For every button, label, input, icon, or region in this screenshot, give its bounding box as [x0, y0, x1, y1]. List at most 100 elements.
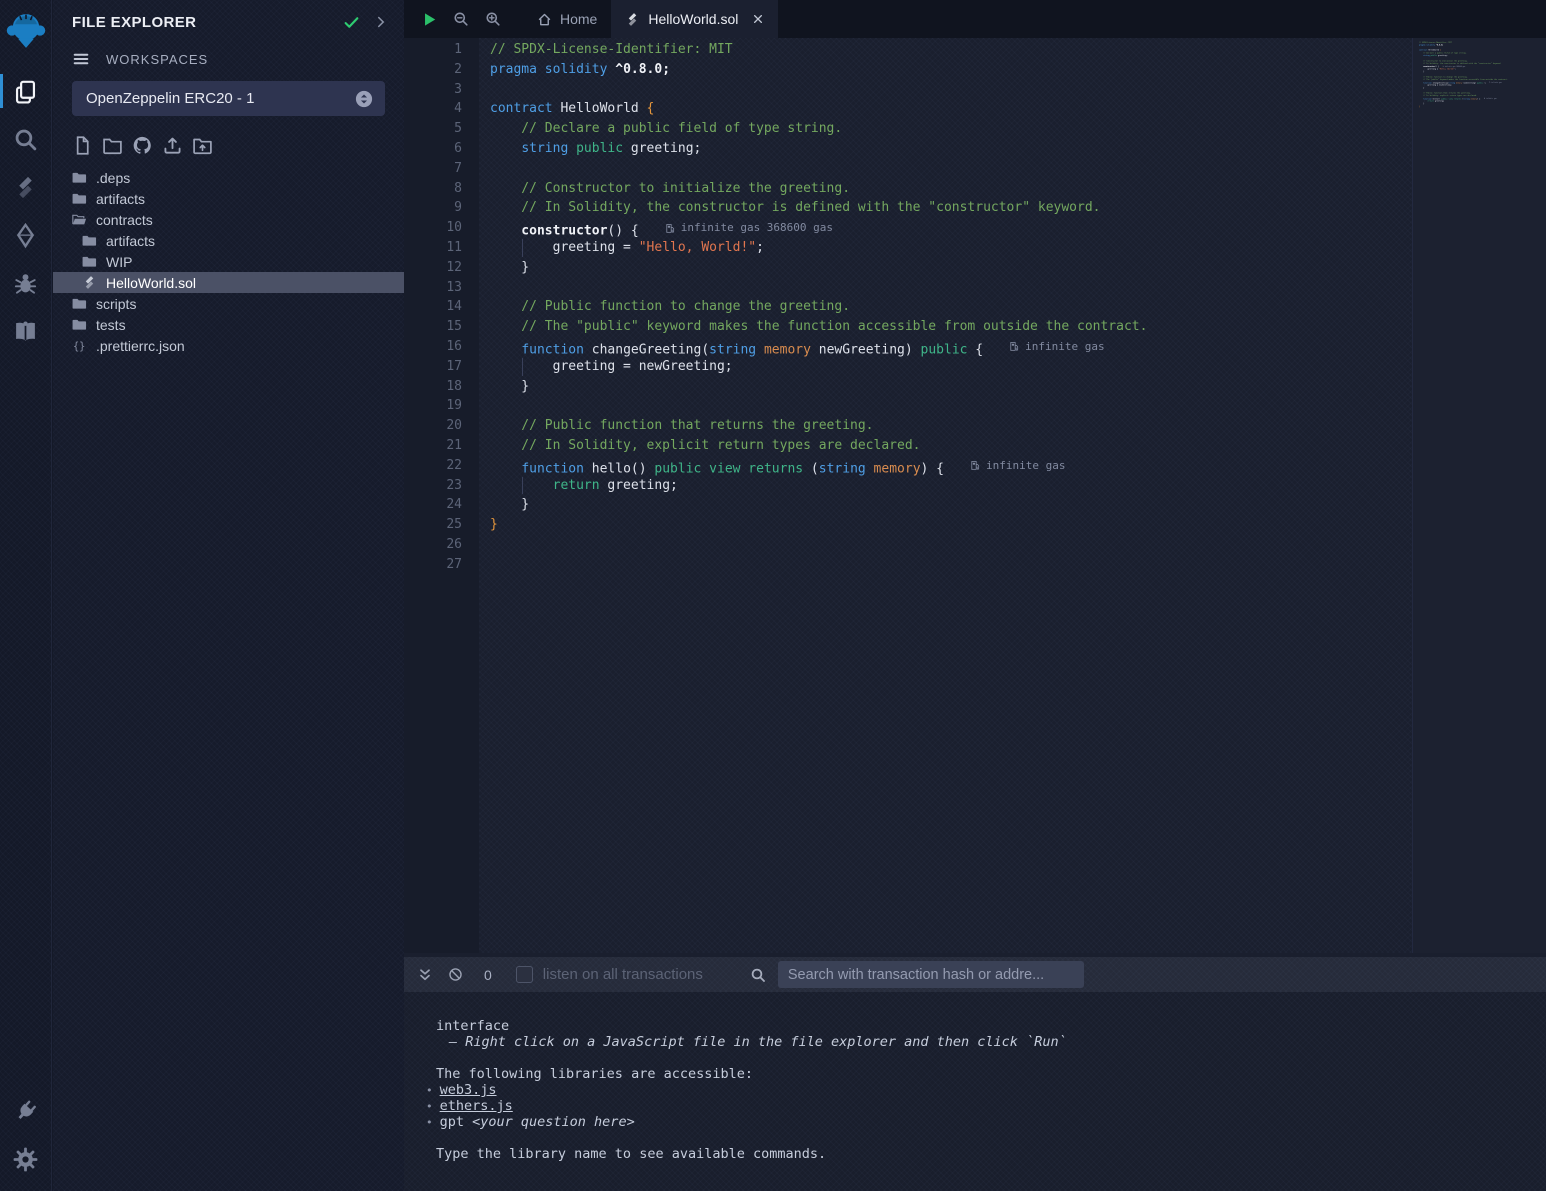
tree-item-helloworld-sol[interactable]: HelloWorld.sol [53, 272, 404, 293]
terminal-link[interactable]: web3.js [440, 1082, 497, 1098]
file-actions-toolbar [53, 116, 404, 158]
code-line[interactable]: pragma solidity ^0.8.0; [479, 60, 1412, 80]
line-number: 25 [404, 515, 479, 535]
sidebar-item-plugin[interactable] [0, 1087, 52, 1135]
code-line[interactable] [479, 555, 1412, 575]
code-line[interactable]: // Declare a public field of type string… [479, 119, 1412, 139]
editor-minimap[interactable]: // SPDX-License-Identifier: MITpragma so… [1412, 38, 1546, 953]
line-number: 7 [404, 159, 479, 179]
code-line[interactable]: } [479, 258, 1412, 278]
zoom-out-button[interactable] [445, 0, 477, 38]
line-number: 21 [404, 436, 479, 456]
terminal-line[interactable]: •web3.js [404, 1082, 1546, 1098]
terminal-toolbar: 0 listen on all transactions [404, 957, 1546, 992]
github-icon[interactable] [132, 135, 153, 156]
tree-item-artifacts[interactable]: artifacts [53, 188, 404, 209]
terminal-line [404, 1130, 1546, 1146]
transaction-search-input[interactable] [778, 961, 1084, 988]
sidebar-item-search[interactable] [0, 115, 52, 163]
zoom-in-button[interactable] [477, 0, 509, 38]
clear-console-icon[interactable] [448, 967, 463, 982]
panel-title: FILE EXPLORER [72, 14, 343, 31]
tab-home[interactable]: Home [523, 0, 611, 38]
line-number: 27 [404, 555, 479, 575]
icon-sidebar-top [0, 67, 51, 355]
terminal-lines: interface– Right click on a JavaScript f… [404, 1018, 1546, 1162]
editor-code[interactable]: // SPDX-License-Identifier: MITpragma so… [479, 38, 1412, 953]
code-line[interactable]: // SPDX-License-Identifier: MIT [479, 40, 1412, 60]
code-line[interactable]: // The "public" keyword makes the functi… [479, 317, 1412, 337]
code-line[interactable]: return greeting; [479, 476, 1412, 496]
new-folder-icon[interactable] [102, 135, 123, 156]
tree-item-tests[interactable]: tests [53, 314, 404, 335]
workspace-select[interactable]: OpenZeppelin ERC20 - 1 [72, 81, 385, 116]
line-number: 20 [404, 416, 479, 436]
code-line[interactable]: greeting = "Hello, World!"; [479, 238, 1412, 258]
code-line[interactable] [479, 80, 1412, 100]
gas-icon [1009, 341, 1020, 352]
sidebar-item-settings[interactable] [0, 1135, 52, 1183]
workspaces-label: WORKSPACES [106, 52, 208, 67]
code-line[interactable]: } [479, 515, 1412, 535]
code-line[interactable]: } [479, 377, 1412, 397]
sidebar-item-debugger[interactable] [0, 259, 52, 307]
code-line[interactable]: greeting = newGreeting; [479, 357, 1412, 377]
tab-label: Home [560, 11, 597, 27]
line-number: 13 [404, 278, 479, 298]
upload-file-icon[interactable] [162, 135, 183, 156]
close-icon[interactable] [752, 13, 764, 25]
sidebar-item-deploy[interactable] [0, 211, 52, 259]
sidebar-item-learneth[interactable] [0, 307, 52, 355]
tree-item-label: .prettierrc.json [96, 338, 185, 354]
code-line[interactable] [479, 396, 1412, 416]
upload-folder-icon[interactable] [192, 135, 213, 156]
code-line[interactable] [479, 159, 1412, 179]
check-icon[interactable] [343, 14, 360, 31]
deploy-icon [13, 223, 38, 248]
folder-icon [72, 191, 87, 206]
tree-item-artifacts[interactable]: artifacts [53, 230, 404, 251]
tab-helloworld-sol[interactable]: HelloWorld.sol [611, 0, 778, 38]
line-number: 6 [404, 139, 479, 159]
editor-gutter: 1234567891011121314151617181920212223242… [404, 38, 479, 953]
code-line[interactable]: constructor() {infinite gas 368600 gas [479, 218, 1412, 238]
zoom-in-icon [485, 11, 501, 27]
collapse-terminal-icon[interactable] [417, 967, 433, 983]
remix-logo-icon[interactable] [5, 7, 47, 53]
code-line[interactable]: contract HelloWorld { [479, 99, 1412, 119]
line-number: 4 [404, 99, 479, 119]
chevron-right-icon[interactable] [374, 15, 388, 29]
terminal-link[interactable]: ethers.js [440, 1098, 513, 1114]
tree-item-contracts[interactable]: contracts [53, 209, 404, 230]
terminal-line[interactable]: •ethers.js [404, 1098, 1546, 1114]
code-line[interactable] [479, 278, 1412, 298]
terminal-output: interface– Right click on a JavaScript f… [404, 992, 1546, 1191]
tree-item--prettierrc-json[interactable]: {}.prettierrc.json [53, 335, 404, 356]
terminal-panel: 0 listen on all transactions interface– … [404, 953, 1546, 1191]
code-line[interactable] [479, 535, 1412, 555]
folder-icon [82, 254, 97, 269]
run-play-button[interactable] [413, 0, 445, 38]
folder-icon [72, 317, 87, 332]
code-line[interactable]: // Public function that returns the gree… [479, 416, 1412, 436]
code-line[interactable]: } [479, 495, 1412, 515]
code-line[interactable]: // In Solidity, explicit return types ar… [479, 436, 1412, 456]
tree-item--deps[interactable]: .deps [53, 167, 404, 188]
sidebar-item-solidity[interactable] [0, 163, 52, 211]
minimap-preview: // SPDX-License-Identifier: MITpragma so… [1419, 41, 1546, 113]
line-number: 11 [404, 238, 479, 258]
listen-transactions-checkbox[interactable] [516, 966, 533, 983]
code-line[interactable]: string public greeting; [479, 139, 1412, 159]
tree-item-wip[interactable]: WIP [53, 251, 404, 272]
tree-item-scripts[interactable]: scripts [53, 293, 404, 314]
file-explorer-icon [13, 79, 38, 104]
sidebar-item-file-explorer[interactable] [0, 67, 52, 115]
code-line[interactable]: function hello() public view returns (st… [479, 456, 1412, 476]
plugin-icon [13, 1099, 38, 1124]
new-file-icon[interactable] [72, 135, 93, 156]
code-line[interactable]: // In Solidity, the constructor is defin… [479, 198, 1412, 218]
hamburger-icon[interactable] [72, 50, 90, 68]
code-line[interactable]: // Constructor to initialize the greetin… [479, 179, 1412, 199]
code-line[interactable]: // Public function to change the greetin… [479, 297, 1412, 317]
code-line[interactable]: function changeGreeting(string memory ne… [479, 337, 1412, 357]
